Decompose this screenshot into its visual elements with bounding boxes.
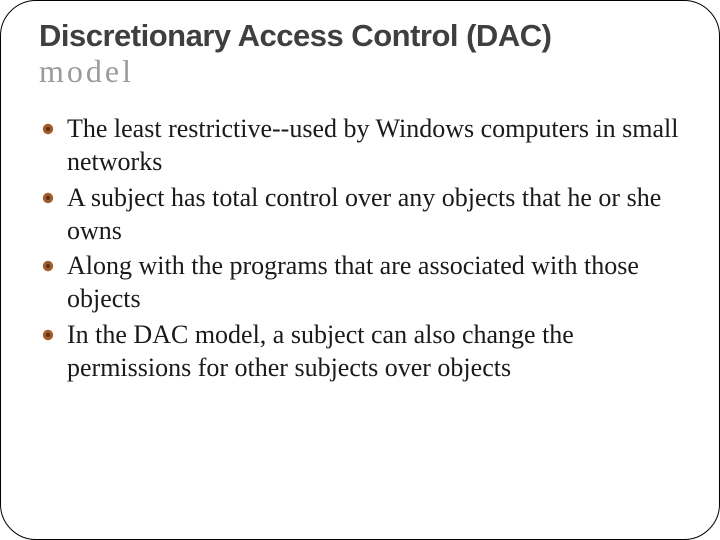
slide-subtitle: model bbox=[39, 53, 681, 90]
list-item: The least restrictive--used by Windows c… bbox=[39, 112, 681, 179]
bullet-text: The least restrictive--used by Windows c… bbox=[67, 114, 679, 176]
list-item: A subject has total control over any obj… bbox=[39, 181, 681, 248]
slide-frame: Discretionary Access Control (DAC) model… bbox=[0, 0, 720, 540]
bullet-icon bbox=[41, 122, 55, 136]
list-item: Along with the programs that are associa… bbox=[39, 249, 681, 316]
bullet-icon bbox=[41, 259, 55, 273]
slide-title: Discretionary Access Control (DAC) bbox=[39, 19, 681, 53]
list-item: In the DAC model, a subject can also cha… bbox=[39, 318, 681, 385]
bullet-icon bbox=[41, 328, 55, 342]
bullet-icon bbox=[41, 191, 55, 205]
bullet-text: Along with the programs that are associa… bbox=[67, 251, 639, 313]
bullet-list: The least restrictive--used by Windows c… bbox=[39, 112, 681, 384]
bullet-text: A subject has total control over any obj… bbox=[67, 183, 661, 245]
bullet-text: In the DAC model, a subject can also cha… bbox=[67, 320, 574, 382]
